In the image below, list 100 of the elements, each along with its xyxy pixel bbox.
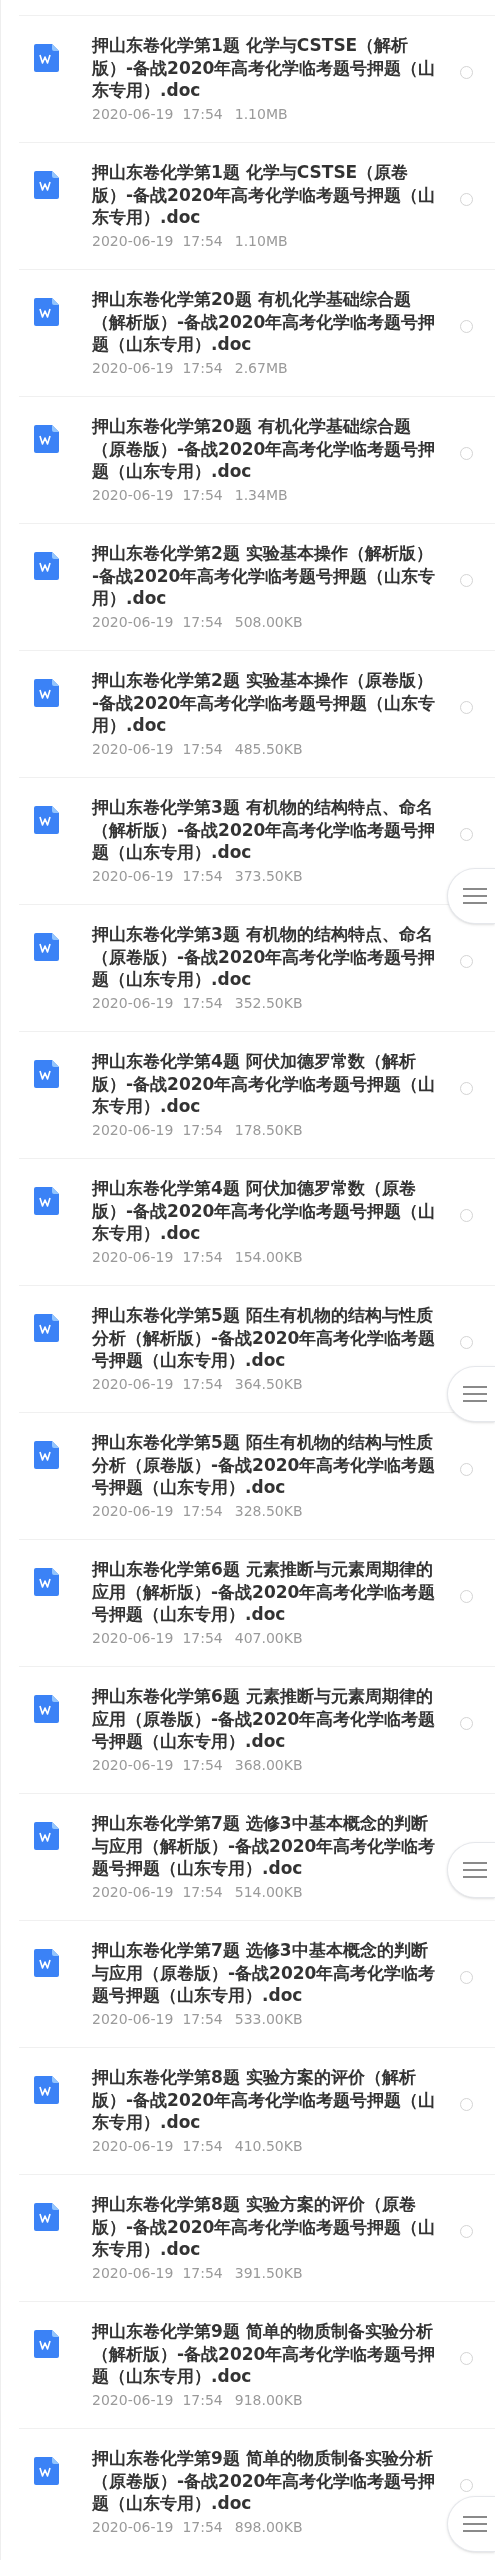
- word-document-icon: [34, 2330, 59, 2358]
- word-document-icon: [34, 933, 59, 961]
- file-time: 17:54: [182, 2136, 223, 2156]
- word-document-icon: [34, 44, 59, 72]
- file-name: 押山东卷化学第8题 实验方案的评价（解析版）-备战2020年高考化学临考题号押题（山东专用）.doc: [92, 2066, 437, 2134]
- file-time: 17:54: [182, 2517, 223, 2537]
- file-time: 17:54: [182, 2263, 223, 2283]
- file-time: 17:54: [182, 2390, 223, 2410]
- radio-button[interactable]: [459, 320, 473, 333]
- file-time: 17:54: [182, 739, 223, 759]
- file-size: 391.50KB: [234, 2263, 303, 2283]
- radio-button[interactable]: [459, 2098, 473, 2111]
- file-name: 押山东卷化学第9题 简单的物质制备实验分析（原卷版）-备战2020年高考化学临考题号押题（山东专用）.doc: [92, 2447, 437, 2515]
- file-name: 押山东卷化学第6题 元素推断与元素周期律的应用（解析版）-备战2020年高考化学临考题号押题（山东专用）.doc: [92, 1558, 437, 1626]
- file-name: 押山东卷化学第7题 选修3中基本概念的判断与应用（原卷版）-备战2020年高考化学临考题号押题（山东专用）.doc: [92, 1939, 437, 2007]
- file-size: 407.00KB: [234, 1628, 303, 1648]
- radio-button[interactable]: [459, 1209, 473, 1222]
- radio-button[interactable]: [459, 1590, 473, 1603]
- file-date: 2020-06-19: [92, 1755, 174, 1775]
- file-size: 514.00KB: [234, 1882, 303, 1902]
- file-date: 2020-06-19: [92, 1374, 174, 1394]
- file-size: 373.50KB: [234, 866, 303, 886]
- file-date: 2020-06-19: [92, 2517, 174, 2537]
- file-size: 154.00KB: [234, 1247, 303, 1267]
- radio-button[interactable]: [459, 1463, 473, 1476]
- file-date: 2020-06-19: [92, 1882, 174, 1902]
- file-size: 364.50KB: [234, 1374, 303, 1394]
- file-size: 368.00KB: [234, 1755, 303, 1775]
- radio-button[interactable]: [459, 828, 473, 841]
- word-document-icon: [34, 1822, 59, 1850]
- file-time: 17:54: [182, 866, 223, 886]
- file-time: 17:54: [182, 231, 223, 251]
- word-document-icon: [34, 806, 59, 834]
- menu-icon: [463, 2515, 487, 2533]
- word-document-icon: [34, 171, 59, 199]
- file-size: 178.50KB: [234, 1120, 303, 1140]
- file-time: 17:54: [182, 1501, 223, 1521]
- radio-button[interactable]: [459, 1336, 473, 1349]
- radio-button[interactable]: [459, 1717, 473, 1730]
- file-time: 17:54: [182, 2009, 223, 2029]
- file-date: 2020-06-19: [92, 1501, 174, 1521]
- file-name: 押山东卷化学第4题 阿伏加德罗常数（解析版）-备战2020年高考化学临考题号押题（山东专用）.doc: [92, 1050, 437, 1118]
- word-document-icon: [34, 1695, 59, 1723]
- file-date: 2020-06-19: [92, 485, 174, 505]
- word-document-icon: [34, 1314, 59, 1342]
- file-size: 898.00KB: [234, 2517, 303, 2537]
- file-time: 17:54: [182, 104, 223, 124]
- word-document-icon: [34, 1568, 59, 1596]
- word-document-icon: [34, 1441, 59, 1469]
- file-time: 17:54: [182, 358, 223, 378]
- file-name: 押山东卷化学第2题 实验基本操作（解析版）-备战2020年高考化学临考题号押题（山东专用）.doc: [92, 542, 437, 610]
- file-date: 2020-06-19: [92, 1247, 174, 1267]
- file-name: 押山东卷化学第8题 实验方案的评价（原卷版）-备战2020年高考化学临考题号押题（山东专用）.doc: [92, 2193, 437, 2261]
- radio-button[interactable]: [459, 955, 473, 968]
- file-date: 2020-06-19: [92, 2263, 174, 2283]
- file-size: 410.50KB: [234, 2136, 303, 2156]
- file-name: 押山东卷化学第7题 选修3中基本概念的判断与应用（解析版）-备战2020年高考化学临考题号押题（山东专用）.doc: [92, 1812, 437, 1880]
- file-time: 17:54: [182, 485, 223, 505]
- word-document-icon: [34, 552, 59, 580]
- file-date: 2020-06-19: [92, 2009, 174, 2029]
- radio-button[interactable]: [459, 2479, 473, 2492]
- radio-button[interactable]: [459, 1971, 473, 1984]
- file-size: 1.34MB: [234, 485, 288, 505]
- file-date: 2020-06-19: [92, 358, 174, 378]
- menu-icon: [463, 1861, 487, 1879]
- file-name: 押山东卷化学第20题 有机化学基础综合题（原卷版）-备战2020年高考化学临考题号押题（山东专用）.doc: [92, 415, 437, 483]
- file-date: 2020-06-19: [92, 993, 174, 1013]
- radio-button[interactable]: [459, 701, 473, 714]
- file-name: 押山东卷化学第1题 化学与CSTSE（原卷版）-备战2020年高考化学临考题号押题（山东专用）.doc: [92, 161, 437, 229]
- file-name: 押山东卷化学第3题 有机物的结构特点、命名（解析版）-备战2020年高考化学临考题号押题（山东专用）.doc: [92, 796, 437, 864]
- radio-button[interactable]: [459, 2225, 473, 2238]
- file-name: 押山东卷化学第6题 元素推断与元素周期律的应用（原卷版）-备战2020年高考化学临考题号押题（山东专用）.doc: [92, 1685, 437, 1753]
- file-name: 押山东卷化学第2题 实验基本操作（原卷版）-备战2020年高考化学临考题号押题（山东专用）.doc: [92, 669, 437, 737]
- file-time: 17:54: [182, 1247, 223, 1267]
- radio-button[interactable]: [459, 447, 473, 460]
- file-size: 918.00KB: [234, 2390, 303, 2410]
- radio-button[interactable]: [459, 193, 473, 206]
- file-size: 508.00KB: [234, 612, 303, 632]
- file-name: 押山东卷化学第9题 简单的物质制备实验分析（解析版）-备战2020年高考化学临考题号押题（山东专用）.doc: [92, 2320, 437, 2388]
- file-time: 17:54: [182, 1628, 223, 1648]
- file-size: 1.10MB: [234, 231, 288, 251]
- word-document-icon: [34, 1187, 59, 1215]
- radio-button[interactable]: [459, 66, 473, 79]
- radio-button[interactable]: [459, 1082, 473, 1095]
- file-time: 17:54: [182, 1374, 223, 1394]
- word-document-icon: [34, 2076, 59, 2104]
- file-date: 2020-06-19: [92, 1628, 174, 1648]
- word-document-icon: [34, 1060, 59, 1088]
- menu-icon: [463, 887, 487, 905]
- word-document-icon: [34, 2203, 59, 2231]
- radio-button[interactable]: [459, 2352, 473, 2365]
- radio-button[interactable]: [459, 574, 473, 587]
- file-date: 2020-06-19: [92, 2390, 174, 2410]
- file-date: 2020-06-19: [92, 104, 174, 124]
- file-time: 17:54: [182, 1882, 223, 1902]
- file-size: 352.50KB: [234, 993, 303, 1013]
- word-document-icon: [34, 425, 59, 453]
- file-date: 2020-06-19: [92, 866, 174, 886]
- file-date: 2020-06-19: [92, 739, 174, 759]
- word-document-icon: [34, 2457, 59, 2485]
